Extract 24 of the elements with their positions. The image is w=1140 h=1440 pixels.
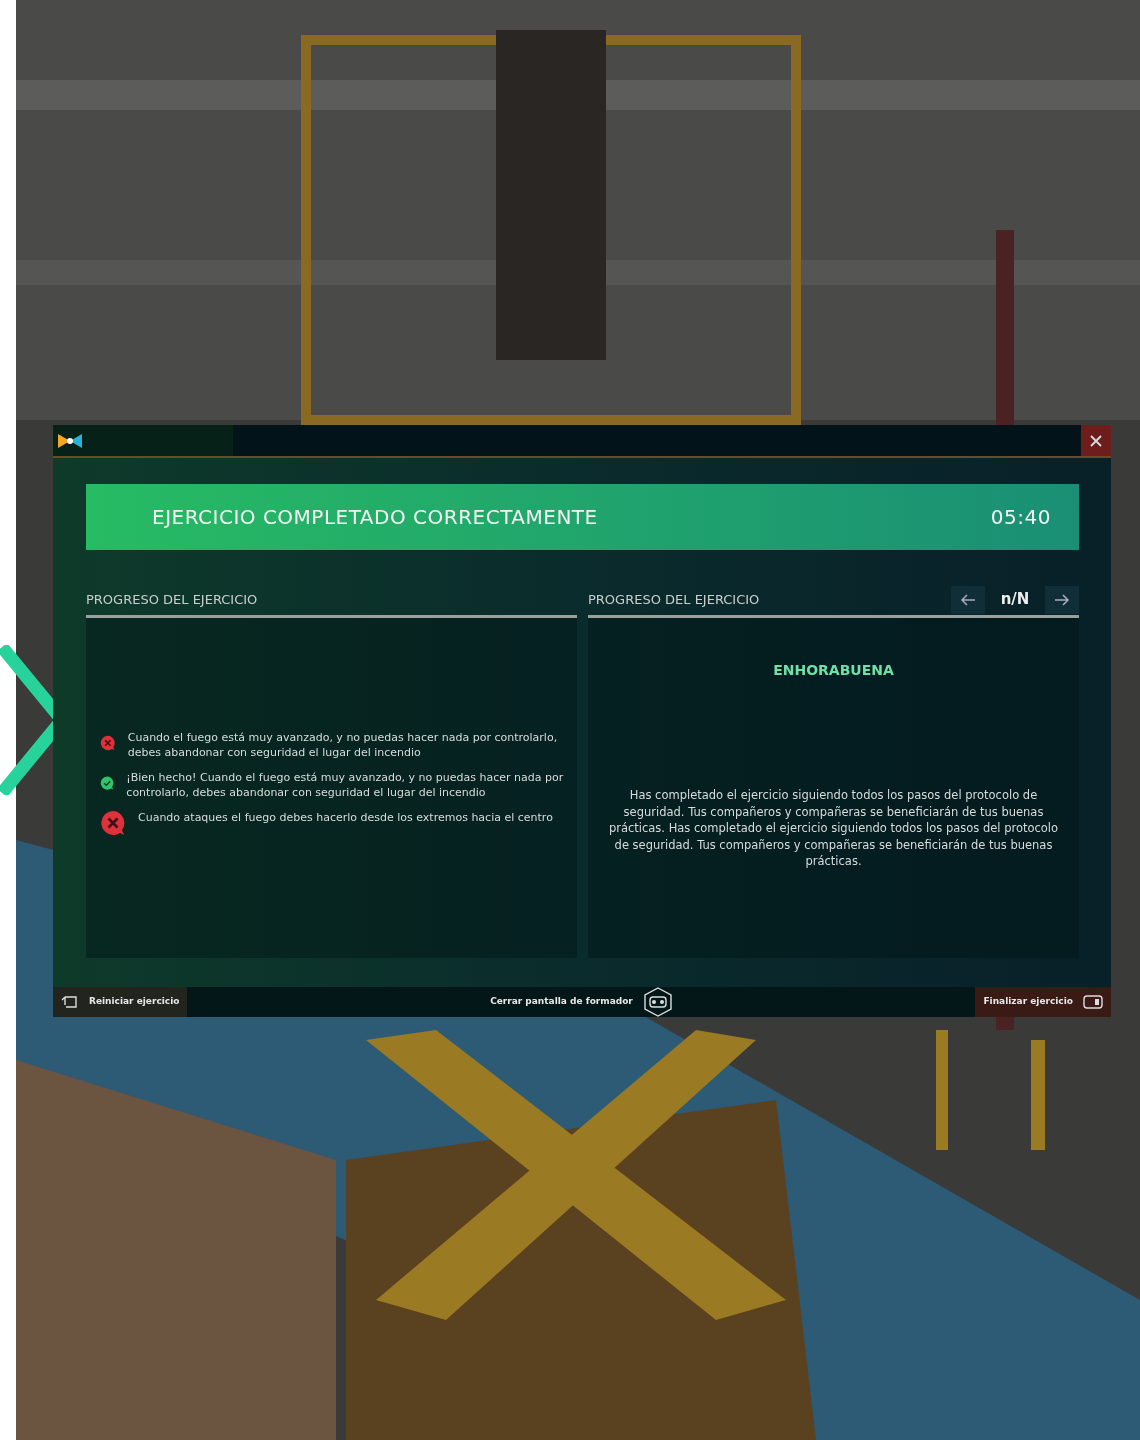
section-heading: PROGRESO DEL EJERCICIO: [86, 590, 258, 609]
restart-icon: [61, 994, 79, 1010]
close-icon: [1090, 434, 1102, 447]
result-text: ¡Bien hecho! Cuando el fuego está muy avanzado, y no puedas hacer nada por controlarlo, debes abandonar con seguridad el lugar del incendio: [126, 770, 565, 800]
close-trainer-button[interactable]: Cerrar pantalla de formador: [482, 987, 681, 1017]
result-text: Cuando el fuego está muy avanzado, y no puedas hacer nada por controlarlo, debes abandonar con seguridad el lugar del incendio: [127, 730, 559, 760]
message-text: Has completado el ejercicio siguiendo todos los pasos del protocolo de seguridad. Tus compañeros y compañeras se beneficiarán de tus buenas prácticas. Has completado el ejercicio siguiendo todos los pasos del protocolo de seguridad. Tus compañeros y compañeras se beneficiarán de tus buenas prácticas.: [608, 787, 1059, 870]
left-arrow-icon: [960, 593, 976, 606]
next-button[interactable]: [1045, 585, 1079, 614]
finish-button[interactable]: Finalizar ejercicio: [975, 987, 1111, 1017]
result-text: Cuando ataques el fuego debes hacerlo desde los extremos hacia el centro: [138, 810, 553, 825]
headset-icon: [642, 987, 673, 1017]
page-counter: n/N: [999, 589, 1031, 611]
timer: 05:40: [990, 504, 1051, 531]
banner-title: EJERCICIO COMPLETADO CORRECTAMENTE: [152, 504, 598, 531]
wrong-icon: [100, 810, 126, 836]
exit-icon: [1083, 995, 1103, 1009]
restart-button[interactable]: Reiniciar ejercicio: [53, 987, 188, 1017]
previous-button[interactable]: [951, 585, 985, 614]
section-heading: PROGRESO DEL EJERCICIO: [588, 590, 760, 609]
message-title: ENHORABUENA: [772, 661, 895, 680]
logo-icon: [57, 431, 83, 450]
right-arrow-icon: [1054, 593, 1070, 606]
close-button[interactable]: [1081, 425, 1111, 456]
